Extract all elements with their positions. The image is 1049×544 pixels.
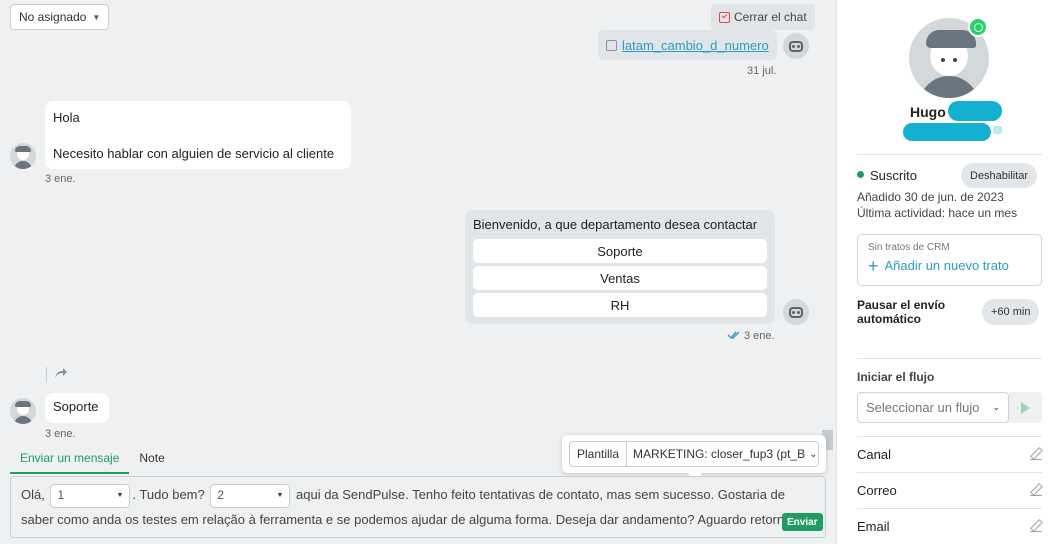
plus-icon: + bbox=[868, 255, 879, 276]
edit-icon[interactable] bbox=[1030, 448, 1042, 460]
template-select[interactable]: MARKETING: closer_fup3 (pt_B ⌄ bbox=[627, 441, 819, 467]
last-activity: Última actividad: hace un mes bbox=[857, 206, 1018, 220]
user-message: Hola Necesito hablar con alguien de serv… bbox=[45, 101, 351, 169]
flow-message: latam_cambio_d_numero bbox=[598, 30, 777, 60]
redacted-surname bbox=[948, 101, 1002, 121]
caret-down-icon: ▼ bbox=[92, 12, 101, 22]
message-composer[interactable]: Olá, 1 ▼. Tudo bem? 2 ▼ aqui da SendPulse.… bbox=[10, 476, 826, 538]
template-variable-2[interactable]: 2 ▼ bbox=[210, 483, 291, 508]
message-timestamp: 3 ene. bbox=[45, 428, 76, 440]
add-deal-button[interactable]: + Añadir un nuevo trato bbox=[868, 255, 1031, 276]
divider bbox=[857, 436, 1042, 437]
redacted-phone-tail bbox=[993, 126, 1002, 134]
play-icon bbox=[1021, 401, 1030, 414]
divider bbox=[857, 358, 1042, 359]
double-check-icon bbox=[727, 331, 740, 340]
template-text: Olá, bbox=[21, 487, 45, 502]
message-text: Necesito hablar con alguien de servicio … bbox=[53, 146, 335, 161]
template-select-value: MARKETING: closer_fup3 (pt_B bbox=[633, 447, 806, 461]
chat-area: No asignado ▼ Cerrar el chat latam_cambi… bbox=[0, 0, 836, 544]
user-avatar-icon bbox=[10, 143, 36, 169]
bot-menu-message: Bienvenido, a que departamento desea con… bbox=[465, 210, 775, 324]
close-chat-label: Cerrar el chat bbox=[734, 10, 807, 24]
pause-automation-label: Pausar el envío automático bbox=[857, 298, 946, 326]
edit-icon[interactable] bbox=[1030, 484, 1042, 496]
menu-title: Bienvenido, a que departamento desea con… bbox=[473, 217, 758, 232]
composer-tabs: Enviar un mensaje Note bbox=[10, 448, 175, 474]
message-text: Hola bbox=[53, 110, 80, 125]
flow-select-placeholder: Seleccionar un flujo bbox=[866, 400, 980, 415]
contact-name: Hugo bbox=[910, 104, 946, 120]
subscription-status: Suscrito bbox=[870, 168, 917, 183]
tab-send-message[interactable]: Enviar un mensaje bbox=[10, 448, 130, 474]
divider bbox=[857, 508, 1042, 509]
whatsapp-icon bbox=[968, 17, 988, 37]
menu-button-ventas[interactable]: Ventas bbox=[473, 266, 767, 290]
field-correo[interactable]: Correo bbox=[857, 480, 1042, 500]
variable-value: 1 bbox=[57, 488, 65, 503]
bot-icon bbox=[783, 33, 809, 59]
tab-note[interactable]: Note bbox=[129, 448, 174, 474]
divider bbox=[857, 472, 1042, 473]
calendar-icon bbox=[606, 39, 617, 51]
crm-deals-box: Sin tratos de CRM + Añadir un nuevo trat… bbox=[857, 234, 1042, 286]
field-label: Correo bbox=[857, 482, 897, 498]
pause-60-button[interactable]: +60 min bbox=[982, 299, 1040, 325]
template-popup: Plantilla MARKETING: closer_fup3 (pt_B ⌄ bbox=[562, 435, 826, 473]
template-label: Plantilla bbox=[569, 441, 628, 467]
close-chat-icon bbox=[719, 11, 730, 23]
field-label: Canal bbox=[857, 446, 891, 462]
flow-link[interactable]: latam_cambio_d_numero bbox=[622, 38, 769, 53]
menu-button-soporte[interactable]: Soporte bbox=[473, 239, 767, 263]
added-date: Añadido 30 de jun. de 2023 bbox=[857, 190, 1004, 204]
chevron-down-icon: ⌄ bbox=[992, 402, 1000, 412]
message-timestamp: 3 ene. bbox=[45, 173, 76, 185]
forward-icon[interactable] bbox=[54, 367, 68, 379]
crm-empty-label: Sin tratos de CRM bbox=[868, 242, 950, 253]
field-email[interactable]: Email bbox=[857, 516, 1042, 536]
assign-select[interactable]: No asignado ▼ bbox=[10, 4, 110, 30]
message-timestamp: 31 jul. bbox=[747, 65, 777, 77]
variable-value: 2 bbox=[217, 488, 225, 503]
bot-icon bbox=[783, 299, 809, 325]
disable-button[interactable]: Deshabilitar bbox=[961, 163, 1038, 188]
divider bbox=[857, 154, 1042, 155]
redacted-phone bbox=[903, 123, 991, 141]
template-variable-1[interactable]: 1 ▼ bbox=[50, 483, 131, 508]
assign-select-value: No asignado bbox=[19, 10, 87, 24]
message-text: Soporte bbox=[53, 399, 99, 414]
send-button[interactable]: Enviar bbox=[782, 513, 823, 531]
chevron-down-icon: ⌄ bbox=[809, 448, 818, 460]
edit-icon[interactable] bbox=[1030, 520, 1042, 532]
user-avatar-icon bbox=[10, 398, 36, 424]
status-dot-icon bbox=[857, 171, 864, 178]
user-message: Soporte bbox=[45, 393, 109, 423]
message-timestamp: 3 ene. bbox=[744, 330, 775, 342]
thread-divider bbox=[46, 367, 47, 383]
caret-down-icon: ▼ bbox=[276, 492, 284, 500]
flow-select[interactable]: Seleccionar un flujo ⌄ bbox=[857, 392, 1009, 423]
start-flow-label: Iniciar el flujo bbox=[857, 370, 935, 384]
field-canal[interactable]: Canal bbox=[857, 444, 1042, 464]
template-text: . Tudo bem? bbox=[132, 487, 205, 502]
caret-down-icon: ▼ bbox=[116, 492, 124, 500]
add-deal-label: Añadir un nuevo trato bbox=[884, 258, 1009, 273]
menu-button-rh[interactable]: RH bbox=[473, 293, 767, 317]
close-chat-button[interactable]: Cerrar el chat bbox=[711, 4, 815, 30]
contact-panel: Hugo Suscrito Deshabilitar Añadido 30 de… bbox=[836, 0, 1049, 544]
run-flow-button[interactable] bbox=[1009, 392, 1042, 423]
field-label: Email bbox=[857, 518, 890, 534]
